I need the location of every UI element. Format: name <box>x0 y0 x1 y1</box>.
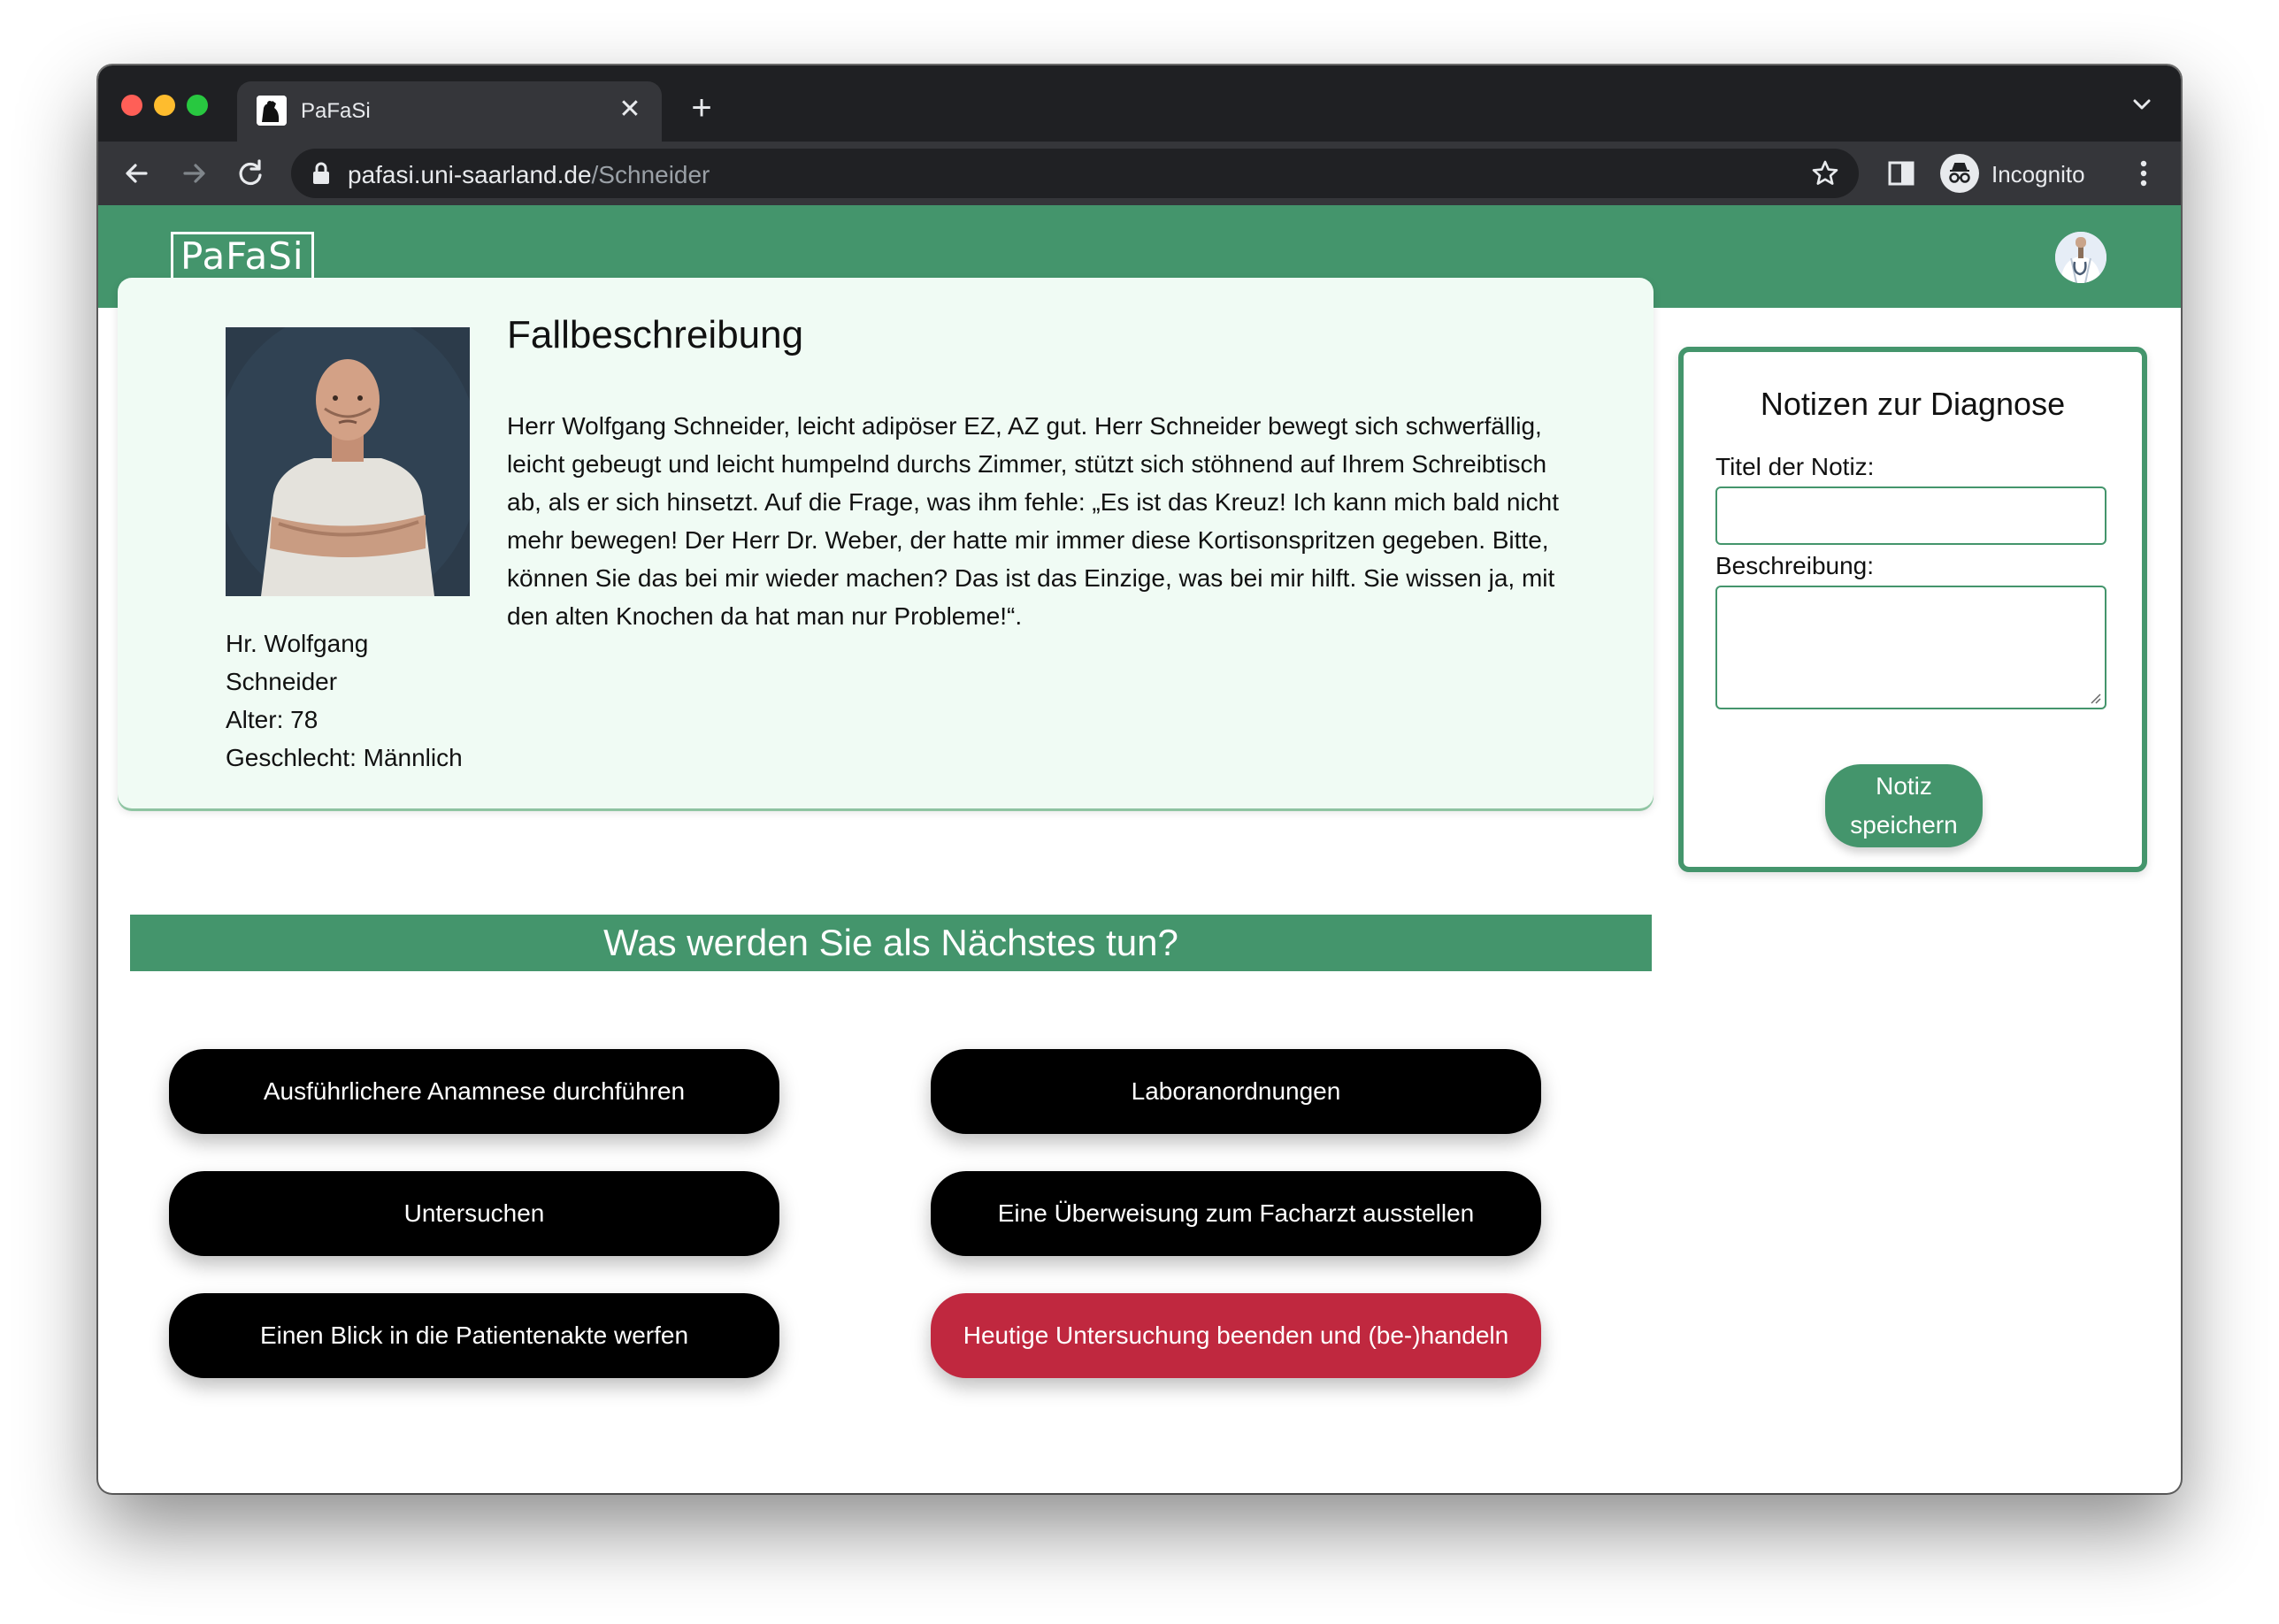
url-text: pafasi.uni-saarland.de/Schneider <box>348 161 710 188</box>
address-bar[interactable]: pafasi.uni-saarland.de/Schneider <box>291 149 1859 198</box>
patient-info: Hr. Wolfgang Schneider Alter: 78 Geschle… <box>226 624 473 777</box>
patient-age: Alter: 78 <box>226 706 318 733</box>
browser-toolbar: pafasi.uni-saarland.de/Schneider Incogni… <box>98 142 2181 205</box>
resize-grip-icon[interactable] <box>2089 692 2101 704</box>
incognito-label: Incognito <box>1991 161 2085 188</box>
case-heading: Fallbeschreibung <box>507 313 804 356</box>
save-note-label-line1: Notiz <box>1876 772 1932 800</box>
close-tab-icon[interactable]: ✕ <box>614 94 646 126</box>
note-title-label: Titel der Notiz: <box>1715 453 1875 480</box>
browser-tab[interactable]: PaFaSi ✕ <box>237 81 662 142</box>
back-arrow-icon[interactable] <box>118 154 157 193</box>
patient-gender: Geschlecht: Männlich <box>226 744 463 771</box>
forward-arrow-icon[interactable] <box>174 154 213 193</box>
case-card: Hr. Wolfgang Schneider Alter: 78 Geschle… <box>118 278 1654 808</box>
diagnosis-notes-panel: Notizen zur Diagnose Titel der Notiz: Be… <box>1678 347 2147 872</box>
doctor-avatar-icon[interactable] <box>2055 232 2106 283</box>
minimize-window-button[interactable] <box>154 95 175 116</box>
patient-photo <box>226 327 470 596</box>
browser-window: PaFaSi ✕ + pafasi.uni-saarland.de/Schnei… <box>98 65 2181 1493</box>
maximize-window-button[interactable] <box>187 95 208 116</box>
case-description: Herr Wolfgang Schneider, leicht adipöser… <box>507 412 1560 630</box>
next-step-banner: Was werden Sie als Nächstes tun? <box>130 915 1652 971</box>
lab-orders-button[interactable]: Laboranordnungen <box>931 1049 1541 1134</box>
browser-menu-icon[interactable] <box>2126 156 2161 191</box>
bookmark-star-icon[interactable] <box>1811 159 1839 188</box>
save-note-label-line2: speichern <box>1850 811 1958 839</box>
tab-search-chevron-icon[interactable] <box>2126 88 2158 120</box>
note-description-textarea[interactable] <box>1715 586 2106 709</box>
note-title-input[interactable] <box>1715 486 2106 545</box>
notes-title: Notizen zur Diagnose <box>1760 386 2066 422</box>
save-note-button[interactable]: Notiz speichern <box>1825 764 1983 847</box>
patient-record-button[interactable]: Einen Blick in die Patientenakte werfen <box>169 1293 779 1378</box>
new-tab-icon[interactable]: + <box>684 90 719 126</box>
patient-name-line1: Hr. Wolfgang <box>226 630 369 657</box>
incognito-indicator[interactable]: Incognito <box>1937 149 2110 198</box>
reload-icon[interactable] <box>231 154 270 193</box>
tab-strip: PaFaSi ✕ + <box>98 65 2181 142</box>
lock-icon <box>311 161 332 186</box>
incognito-icon <box>1940 154 1979 193</box>
close-window-button[interactable] <box>121 95 142 116</box>
app-logo[interactable]: PaFaSi <box>171 232 314 281</box>
side-panel-icon[interactable] <box>1885 157 1917 189</box>
patient-name-line2: Schneider <box>226 668 338 695</box>
note-description-label: Beschreibung: <box>1715 552 1875 579</box>
detailed-anamnesis-button[interactable]: Ausführlichere Anamnese durchführen <box>169 1049 779 1134</box>
tab-title: PaFaSi <box>301 99 371 123</box>
end-examination-button[interactable]: Heutige Untersuchung beenden und (be-)ha… <box>931 1293 1541 1378</box>
examine-button[interactable]: Untersuchen <box>169 1171 779 1256</box>
favicon-icon <box>257 96 287 126</box>
specialist-referral-button[interactable]: Eine Überweisung zum Facharzt ausstellen <box>931 1171 1541 1256</box>
